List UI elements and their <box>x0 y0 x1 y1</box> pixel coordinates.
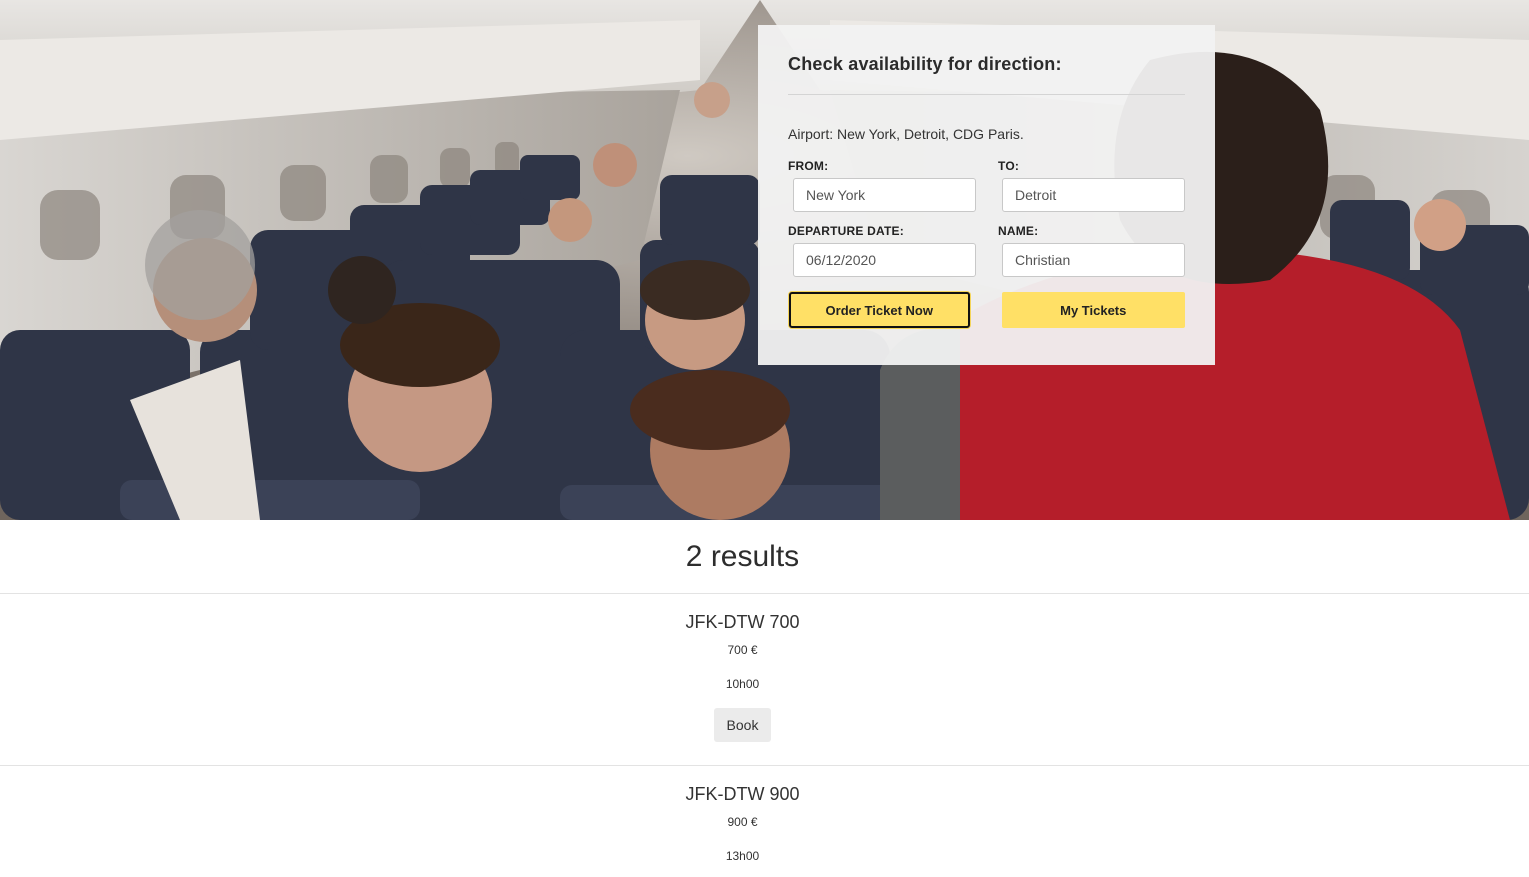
divider <box>0 765 1529 766</box>
name-group: NAME: <box>998 224 1185 277</box>
result-item: JFK-DTW 900 900 € 13h00 <box>0 782 1485 864</box>
flight-name: JFK-DTW 700 <box>685 612 800 632</box>
order-ticket-button[interactable]: Order Ticket Now <box>789 292 970 328</box>
departure-date-label: DEPARTURE DATE: <box>788 224 904 238</box>
panel-title: Check availability for direction: <box>788 54 1062 74</box>
flight-duration: 13h00 <box>725 849 760 863</box>
name-label: NAME: <box>998 224 1039 238</box>
flight-duration: 10h00 <box>725 677 760 691</box>
divider <box>788 94 1185 95</box>
airports-text: Airport: New York, Detroit, CDG Paris. <box>788 126 1024 142</box>
results-title: 2 results <box>685 540 800 573</box>
divider <box>0 593 1529 594</box>
date-group: DEPARTURE DATE: <box>788 224 998 277</box>
from-group: FROM: <box>788 159 998 212</box>
flight-price: 700 € <box>727 643 758 657</box>
flight-name: JFK-DTW 900 <box>685 784 800 804</box>
to-input[interactable] <box>1002 178 1185 212</box>
booking-panel: Check availability for direction: Airpor… <box>758 25 1215 365</box>
my-tickets-button[interactable]: My Tickets <box>1001 292 1185 328</box>
name-input[interactable] <box>1002 243 1185 277</box>
flight-price: 900 € <box>727 815 758 829</box>
hero-image: Check availability for direction: Airpor… <box>0 0 1529 520</box>
from-input[interactable] <box>793 178 976 212</box>
from-label: FROM: <box>788 159 829 173</box>
result-item: JFK-DTW 700 700 € 10h00 Book <box>0 610 1485 742</box>
to-label: TO: <box>998 159 1020 173</box>
to-group: TO: <box>998 159 1185 212</box>
departure-date-input[interactable] <box>793 243 976 277</box>
book-button[interactable]: Book <box>714 708 771 742</box>
